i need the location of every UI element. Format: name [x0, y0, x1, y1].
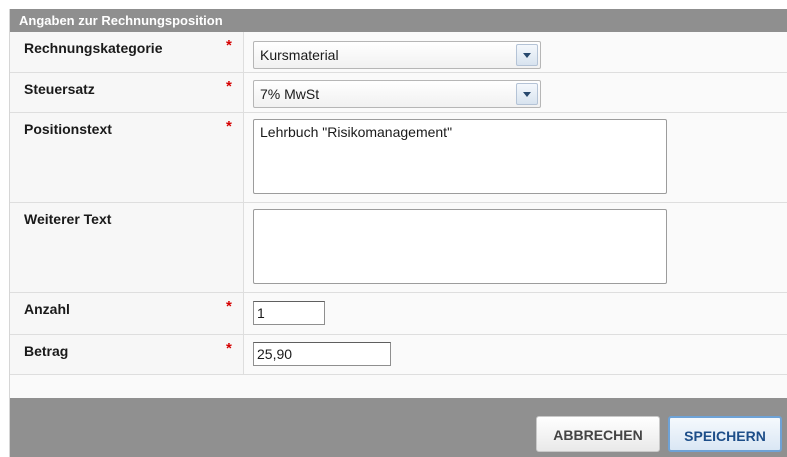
required-marker: *: [226, 37, 232, 54]
required-marker: *: [226, 78, 232, 95]
row-anzahl: Anzahl * 1: [10, 293, 787, 335]
dialog-footer: ABBRECHEN SPEICHERN: [10, 398, 787, 457]
rechnungskategorie-select[interactable]: Kursmaterial: [253, 41, 541, 69]
anzahl-input[interactable]: 1: [253, 301, 325, 325]
cancel-button[interactable]: ABBRECHEN: [536, 416, 660, 452]
steuersatz-field-cell: 7% MwSt: [244, 73, 787, 112]
chevron-down-icon: [523, 91, 531, 97]
rechnungskategorie-selected-value: Kursmaterial: [260, 47, 339, 63]
chevron-down-icon: [523, 52, 531, 58]
rechnungskategorie-label-cell: Rechnungskategorie *: [10, 32, 244, 72]
steuersatz-select[interactable]: 7% MwSt: [253, 80, 541, 108]
betrag-label-cell: Betrag *: [10, 335, 244, 374]
required-marker: *: [226, 340, 232, 357]
required-marker: *: [226, 118, 232, 135]
save-button[interactable]: SPEICHERN: [668, 416, 782, 452]
anzahl-label-cell: Anzahl *: [10, 293, 244, 334]
row-positionstext: Positionstext * Lehrbuch "Risikomanageme…: [10, 113, 787, 203]
dropdown-toggle-button[interactable]: [516, 44, 538, 66]
positionstext-textarea[interactable]: Lehrbuch "Risikomanagement": [253, 119, 667, 194]
steuersatz-label: Steuersatz: [24, 81, 95, 97]
weiterer-text-field-cell: [244, 203, 787, 292]
weiterer-text-label: Weiterer Text: [24, 211, 112, 227]
betrag-label: Betrag: [24, 343, 69, 359]
steuersatz-label-cell: Steuersatz *: [10, 73, 244, 112]
row-betrag: Betrag * 25,90: [10, 335, 787, 375]
rechnungskategorie-label: Rechnungskategorie: [24, 40, 163, 56]
betrag-field-cell: 25,90: [244, 335, 787, 374]
row-steuersatz: Steuersatz * 7% MwSt: [10, 73, 787, 113]
row-rechnungskategorie: Rechnungskategorie * Kursmaterial: [10, 32, 787, 73]
positionstext-label: Positionstext: [24, 121, 112, 137]
dialog-title: Angaben zur Rechnungsposition: [10, 9, 787, 32]
weiterer-text-label-cell: Weiterer Text: [10, 203, 244, 292]
weiterer-text-textarea[interactable]: [253, 209, 667, 284]
row-weiterer-text: Weiterer Text: [10, 203, 787, 293]
required-marker: *: [226, 298, 232, 315]
betrag-input[interactable]: 25,90: [253, 342, 391, 366]
invoice-item-dialog: Angaben zur Rechnungsposition Rechnungsk…: [9, 9, 787, 457]
rechnungskategorie-field-cell: Kursmaterial: [244, 32, 787, 72]
anzahl-label: Anzahl: [24, 301, 70, 317]
anzahl-field-cell: 1: [244, 293, 787, 334]
dropdown-toggle-button[interactable]: [516, 83, 538, 105]
steuersatz-selected-value: 7% MwSt: [260, 86, 320, 102]
positionstext-label-cell: Positionstext *: [10, 113, 244, 202]
positionstext-field-cell: Lehrbuch "Risikomanagement": [244, 113, 787, 202]
